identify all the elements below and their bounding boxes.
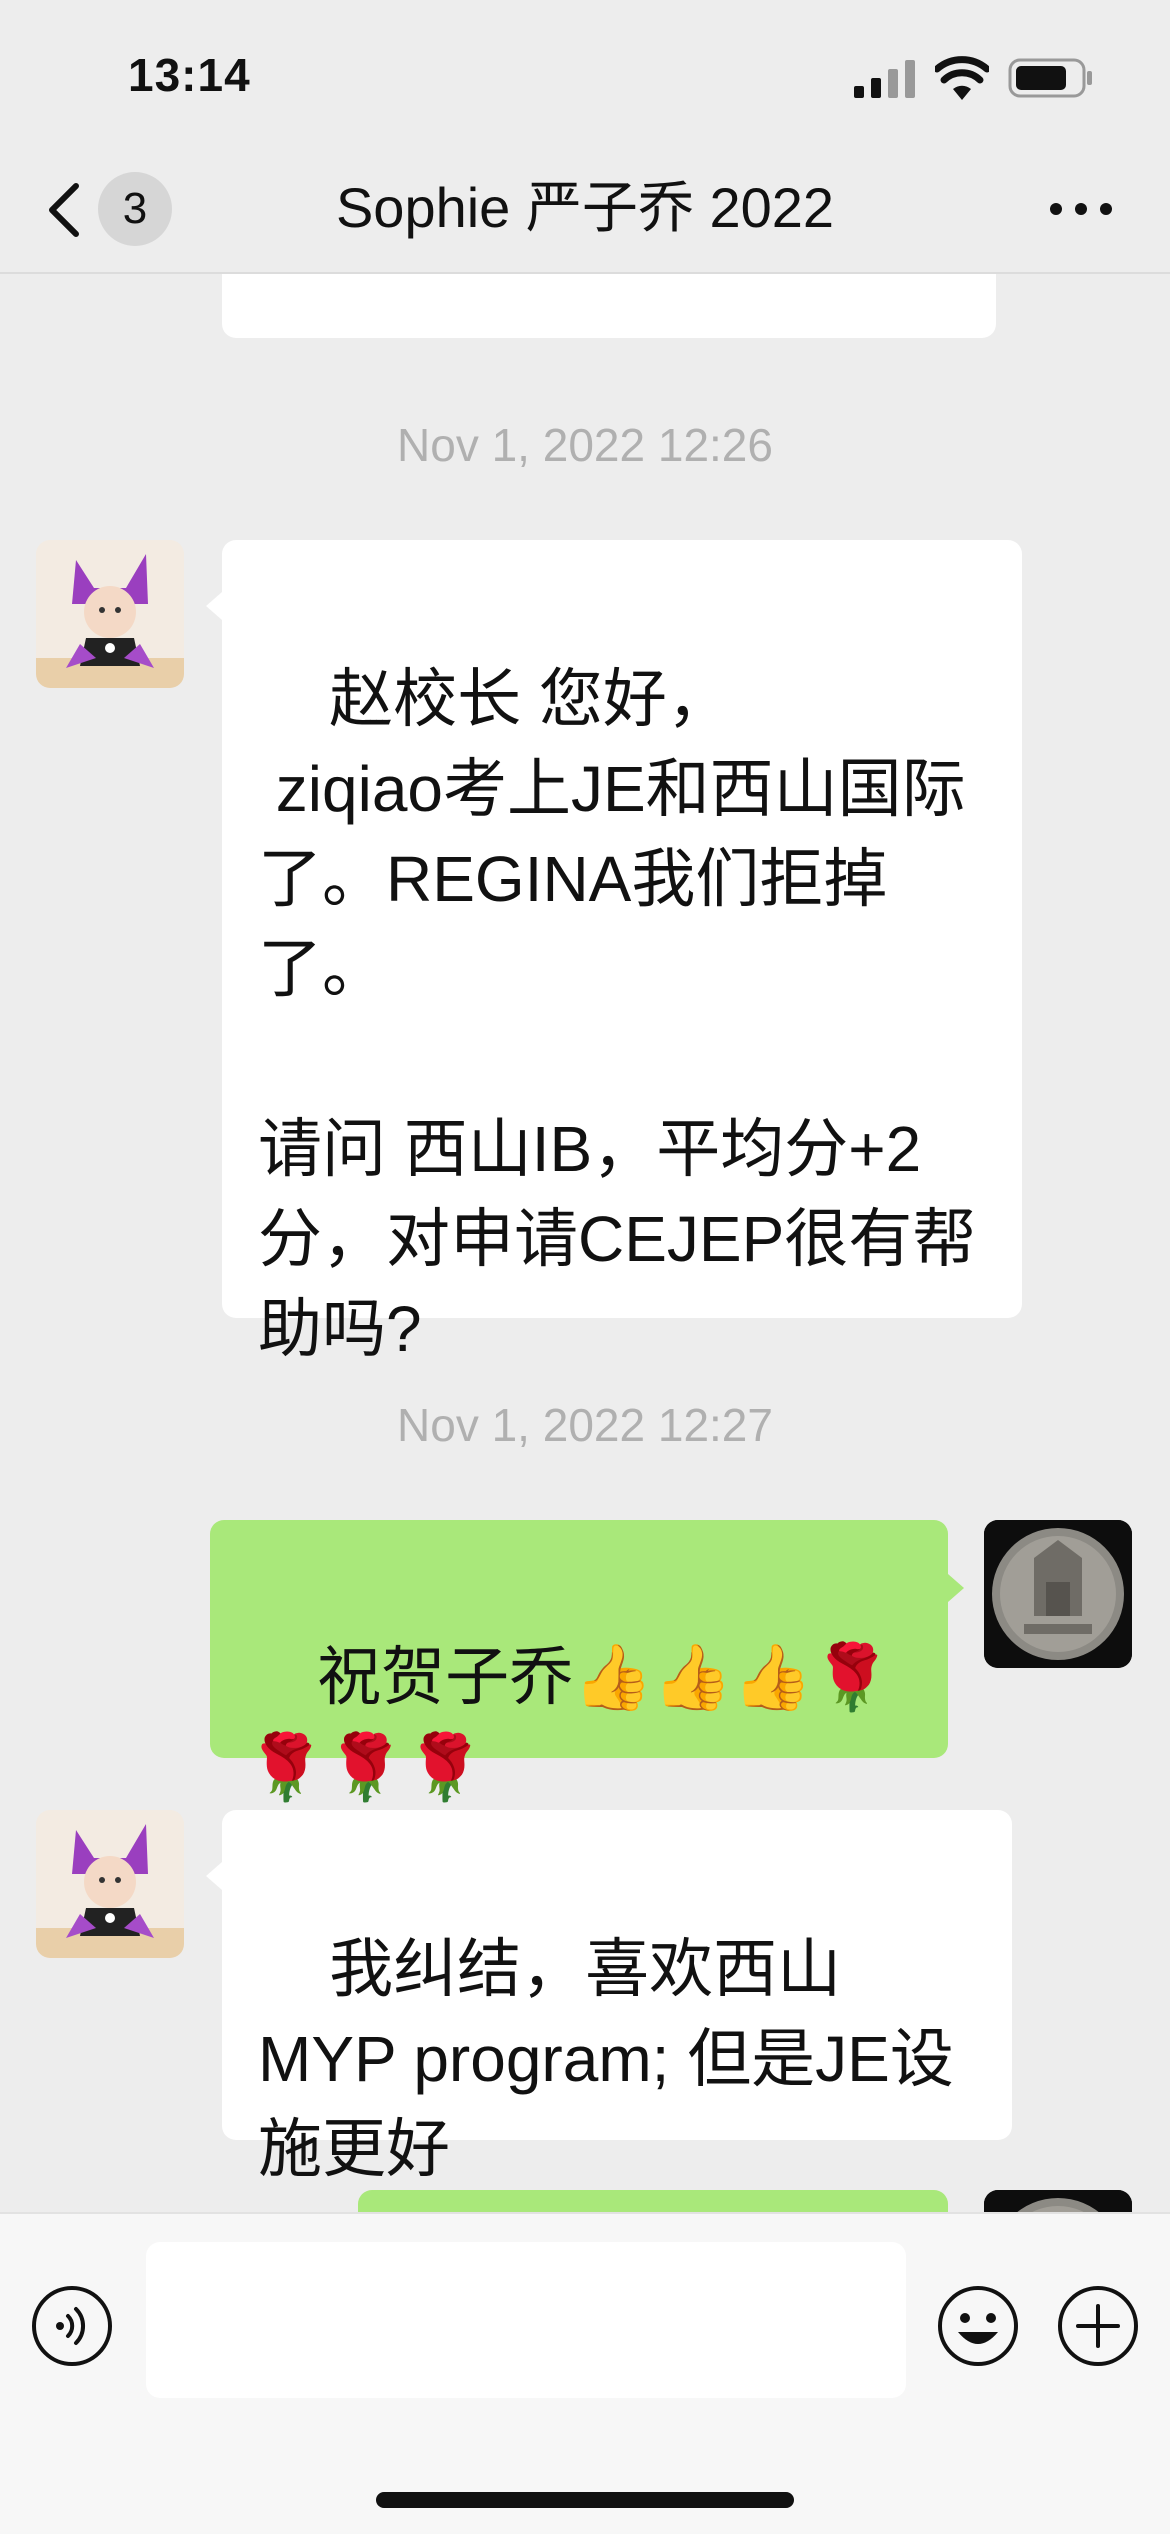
message-text: 我纠结，喜欢西山MYP program; 但是JE设施更好 xyxy=(258,1933,954,2185)
own-avatar[interactable] xyxy=(984,2190,1132,2212)
wifi-icon xyxy=(935,56,989,100)
emoji-icon[interactable] xyxy=(936,2284,1020,2368)
outgoing-message-bubble[interactable]: 祝贺子乔👍👍👍🌹🌹🌹🌹 xyxy=(210,1520,948,1803)
add-attachment-icon[interactable] xyxy=(1056,2284,1140,2368)
battery-icon xyxy=(1008,58,1092,98)
message-bubble-partial[interactable]: 了： xyxy=(222,272,996,338)
chat-header: 3 Sophie 严子乔 2022 xyxy=(0,150,1170,274)
chat-title: Sophie 严子乔 2022 xyxy=(335,176,835,239)
incoming-message-bubble[interactable]: 我纠结，喜欢西山MYP program; 但是JE设施更好 xyxy=(222,1810,1012,2185)
home-indicator[interactable] xyxy=(376,2492,794,2508)
contact-avatar[interactable] xyxy=(36,540,184,688)
message-list[interactable]: 了： Nov 1, 2022 12:26 赵校长 您好， ziqiao考上JE和… xyxy=(0,272,1170,2212)
message-text: 赵校长 您好， ziqiao考上JE和西山国际了。REGINA我们拒掉了。 请问… xyxy=(258,663,977,1365)
message-text: 了： xyxy=(329,331,457,338)
more-options-icon[interactable] xyxy=(1046,194,1116,224)
cellular-signal-icon xyxy=(854,60,915,98)
incoming-message-bubble[interactable]: 赵校长 您好， ziqiao考上JE和西山国际了。REGINA我们拒掉了。 请问… xyxy=(222,540,1022,1365)
own-avatar[interactable] xyxy=(984,1520,1132,1668)
timestamp: Nov 1, 2022 12:27 xyxy=(397,1399,773,1451)
message-input[interactable] xyxy=(146,2242,906,2398)
outgoing-message-bubble-partial[interactable] xyxy=(358,2190,948,2212)
status-bar: 13:14 xyxy=(0,0,1170,150)
contact-avatar[interactable] xyxy=(36,1810,184,1958)
timestamp: Nov 1, 2022 12:26 xyxy=(397,419,773,471)
input-bar xyxy=(0,2212,1170,2534)
voice-input-icon[interactable] xyxy=(30,2284,114,2368)
status-time: 13:14 xyxy=(128,49,251,101)
message-text: 祝贺子乔👍👍👍🌹🌹🌹🌹 xyxy=(246,1641,892,1803)
